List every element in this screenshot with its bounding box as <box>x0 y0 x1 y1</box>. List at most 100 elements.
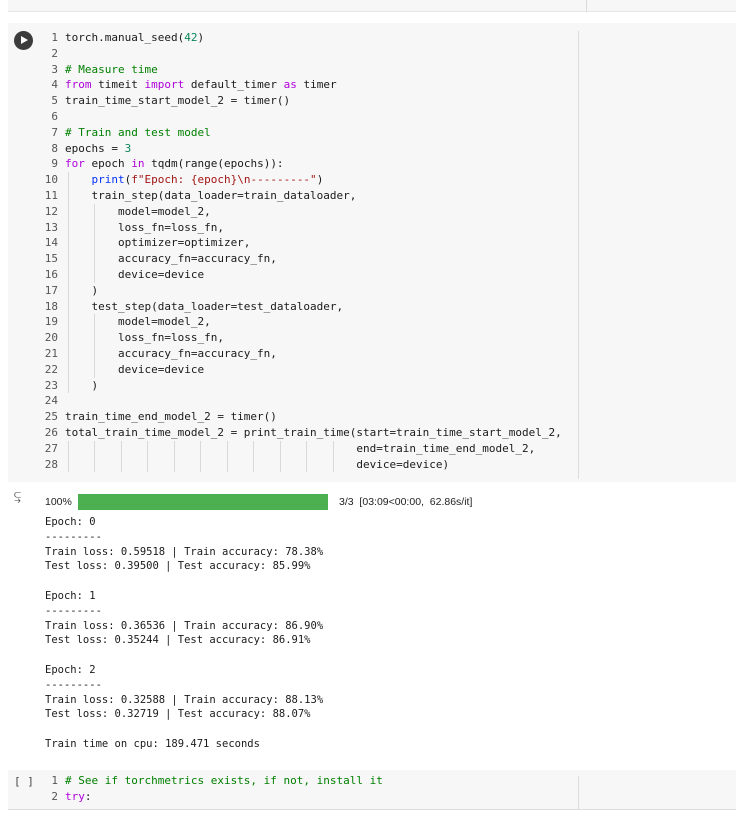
output-line: Train loss: 0.36536 | Train accuracy: 86… <box>45 619 324 632</box>
line-number: 14 <box>44 236 58 250</box>
output-line: --------- <box>45 530 102 543</box>
code-token: 3 <box>124 141 132 155</box>
line-number: 15 <box>44 252 58 266</box>
line-number: 6 <box>51 109 58 123</box>
code-text: accuracy_fn=accuracy_fn, <box>65 251 277 267</box>
code-text: from timeit import default_timer as time… <box>65 77 337 93</box>
line-number: 10 <box>44 173 58 187</box>
line-number: 12 <box>44 204 58 218</box>
code-token: # Measure time <box>65 62 158 76</box>
code-token: f"Epoch: {epoch}\n---------" <box>131 173 317 187</box>
code-text: for epoch in tqdm(range(epochs)): <box>65 156 284 172</box>
previous-cell-bottom <box>8 0 736 12</box>
code-token: total_train_time_model_2 = print_train_t… <box>65 425 562 439</box>
code-token: try <box>65 789 85 803</box>
code-token: train_time_end_model_2 = timer() <box>65 410 277 424</box>
code-text: ) <box>65 283 98 299</box>
line-number: 27 <box>44 441 58 455</box>
code-text: loss_fn=loss_fn, <box>65 330 224 346</box>
code-token: torch.manual_seed( <box>65 31 185 44</box>
code-token: 42 <box>184 31 198 44</box>
code-token: # Train and test model <box>65 125 211 139</box>
line-number: 5 <box>51 94 58 108</box>
code-text: device=device) <box>65 457 449 473</box>
line-number: 2 <box>51 46 58 60</box>
code-token: device=device <box>65 267 205 281</box>
code-token: train_time_start_model_2 = timer() <box>65 94 291 108</box>
code-token: timeit <box>91 78 145 92</box>
code-token: model=model_2, <box>65 315 211 329</box>
output-line: Train loss: 0.59518 | Train accuracy: 78… <box>45 545 324 558</box>
progress-info: 3/3 [03:09<00:00, 62.86s/it] <box>339 496 473 508</box>
code-token: ) <box>316 173 324 187</box>
output-line: Epoch: 1 <box>45 589 96 602</box>
code-text: accuracy_fn=accuracy_fn, <box>65 346 277 362</box>
code-token: import <box>144 78 185 92</box>
code-text: loss_fn=loss_fn, <box>65 220 224 236</box>
line-number: 16 <box>44 267 58 281</box>
code-token: default_timer <box>184 78 284 92</box>
code-token: as <box>283 78 297 92</box>
run-cell-button-empty[interactable]: [ ] <box>14 775 34 789</box>
code-token: from <box>65 78 92 92</box>
code-text: total_train_time_model_2 = print_train_t… <box>65 425 562 441</box>
output-line: Epoch: 2 <box>45 663 96 676</box>
line-number: 18 <box>44 299 58 313</box>
code-token: end=train_time_end_model_2, <box>65 441 536 455</box>
code-text: # See if torchmetrics exists, if not, in… <box>65 773 383 789</box>
line-number: 8 <box>51 141 58 155</box>
code-token: ) <box>65 378 99 392</box>
code-token: : <box>84 789 92 803</box>
code-text: device=device <box>65 362 204 378</box>
output-line: Test loss: 0.39500 | Test accuracy: 85.9… <box>45 560 311 573</box>
line-number: 20 <box>44 331 58 345</box>
code-token: timer <box>296 78 337 92</box>
line-number: 28 <box>44 457 58 471</box>
run-cell-button[interactable] <box>14 31 33 50</box>
code-text: device=device <box>65 267 204 283</box>
code-text: train_time_end_model_2 = timer() <box>65 409 277 425</box>
line-number: 17 <box>44 283 58 297</box>
line-number: 25 <box>44 410 58 424</box>
code-token: print <box>91 173 125 187</box>
code-token: train_step(data_loader=train_dataloader, <box>65 188 357 202</box>
code-token: in <box>131 157 145 171</box>
code-token: loss_fn=loss_fn, <box>65 220 224 234</box>
code-token: epoch <box>84 157 132 171</box>
cell-divider <box>586 0 587 12</box>
code-text: # Measure time <box>65 62 158 78</box>
code-text: end=train_time_end_model_2, <box>65 441 535 457</box>
code-text: train_step(data_loader=train_dataloader, <box>65 188 356 204</box>
progress-bar-fill <box>78 494 328 510</box>
code-text: ) <box>65 378 98 394</box>
line-number: 13 <box>44 220 58 234</box>
output-line: Train loss: 0.32588 | Train accuracy: 88… <box>45 693 324 706</box>
line-number: 1 <box>51 774 58 787</box>
output-line: Test loss: 0.32719 | Test accuracy: 88.0… <box>45 708 311 721</box>
output-line: --------- <box>45 678 102 691</box>
code-token: epochs = <box>65 141 125 155</box>
line-number: 26 <box>44 425 58 439</box>
code-text: model=model_2, <box>65 204 211 220</box>
code-token: ) <box>197 31 205 44</box>
cell-output-text: Epoch: 0 --------- Train loss: 0.59518 | T… <box>45 515 323 752</box>
code-text: test_step(data_loader=test_dataloader, <box>65 299 343 315</box>
code-token: accuracy_fn=accuracy_fn, <box>65 252 277 266</box>
line-number: 3 <box>51 62 58 76</box>
output-toggle-icon[interactable]: ⥹ <box>14 489 34 503</box>
progress-percent: 100% <box>45 496 72 508</box>
line-number: 22 <box>44 362 58 376</box>
code-token: device=device <box>65 362 205 376</box>
line-number: 1 <box>51 31 58 44</box>
code-token: loss_fn=loss_fn, <box>65 331 224 345</box>
code-text: model=model_2, <box>65 314 211 330</box>
progress-bar <box>78 494 328 510</box>
code-text: epochs = 3 <box>65 141 131 157</box>
line-number: 23 <box>44 378 58 392</box>
line-number: 11 <box>44 188 58 202</box>
line-number: 19 <box>44 315 58 329</box>
line-number: 9 <box>51 157 58 171</box>
